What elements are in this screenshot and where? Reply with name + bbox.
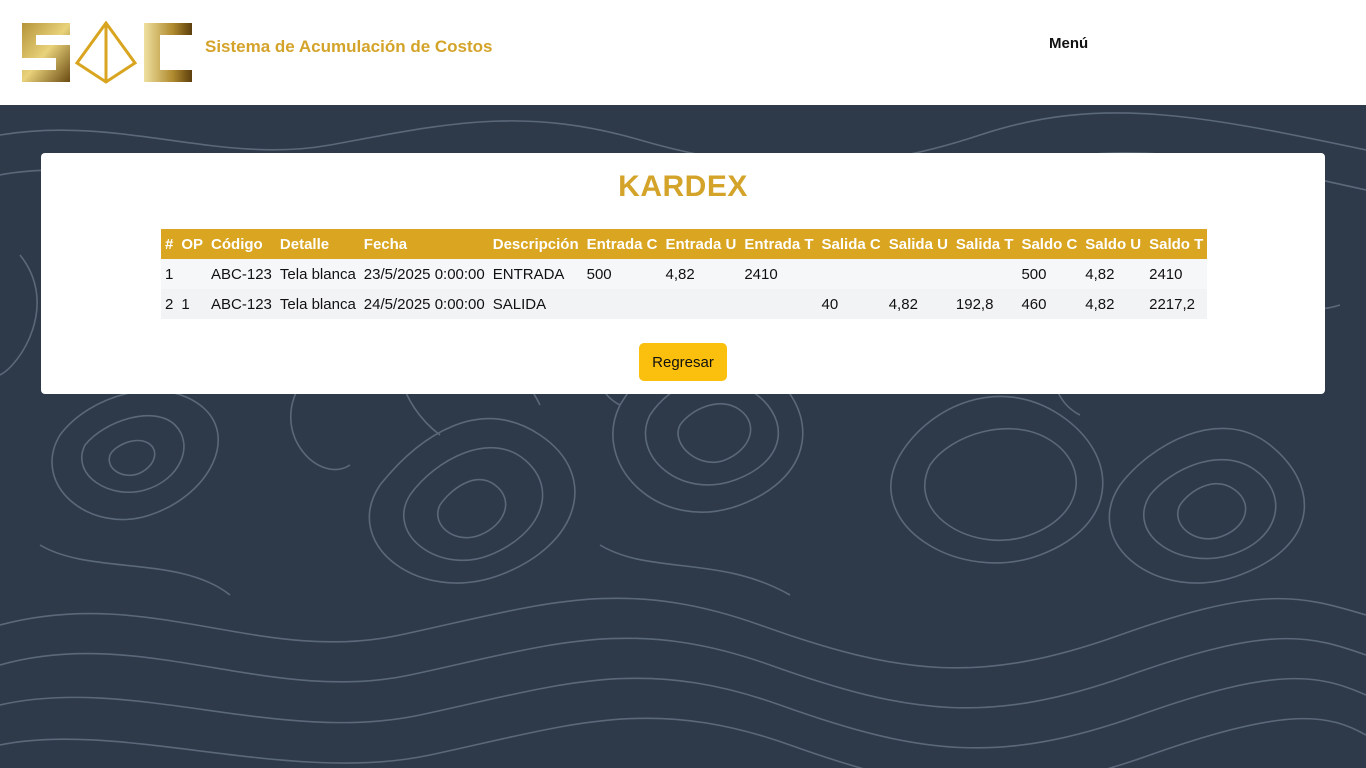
cell-descripcion: SALIDA: [488, 289, 583, 319]
cell-codigo: ABC-123: [207, 289, 276, 319]
cell-detalle: Tela blanca: [275, 289, 360, 319]
cell-codigo: ABC-123: [207, 259, 276, 289]
cell-saldo-c: 460: [1017, 289, 1082, 319]
cell-fecha: 23/5/2025 0:00:00: [359, 259, 489, 289]
kardex-table: # OP Código Detalle Fecha Descripción En…: [161, 229, 1208, 319]
table-header-row: # OP Código Detalle Fecha Descripción En…: [161, 229, 1208, 259]
cell-descripcion: ENTRADA: [488, 259, 583, 289]
column-header-salida-u: Salida U: [884, 229, 952, 259]
cell-entrada-u: 4,82: [661, 259, 741, 289]
column-header-saldo-u: Saldo U: [1081, 229, 1146, 259]
cell-salida-c: 40: [817, 289, 885, 319]
column-header-salida-c: Salida C: [817, 229, 885, 259]
column-header-codigo: Código: [207, 229, 276, 259]
column-header-op: OP: [177, 229, 208, 259]
cell-entrada-u: [661, 289, 741, 319]
sac-logo: [22, 21, 192, 84]
column-header-saldo-c: Saldo C: [1017, 229, 1082, 259]
column-header-number: #: [161, 229, 178, 259]
cell-saldo-t: 2410: [1145, 259, 1208, 289]
cell-salida-u: 4,82: [884, 289, 952, 319]
cell-salida-u: [884, 259, 952, 289]
cell-op: [177, 259, 208, 289]
cell-fecha: 24/5/2025 0:00:00: [359, 289, 489, 319]
cell-entrada-t: [740, 289, 818, 319]
cell-number: 2: [161, 289, 178, 319]
cell-entrada-c: [582, 289, 662, 319]
table-row: 2 1 ABC-123 Tela blanca 24/5/2025 0:00:0…: [161, 289, 1208, 319]
cell-saldo-c: 500: [1017, 259, 1082, 289]
column-header-entrada-u: Entrada U: [661, 229, 741, 259]
cell-number: 1: [161, 259, 178, 289]
cell-entrada-c: 500: [582, 259, 662, 289]
column-header-detalle: Detalle: [275, 229, 360, 259]
cell-saldo-t: 2217,2: [1145, 289, 1208, 319]
cell-entrada-t: 2410: [740, 259, 818, 289]
back-button[interactable]: Regresar: [639, 343, 727, 381]
kardex-card: KARDEX # OP Código Detalle Fecha Descrip…: [41, 153, 1325, 394]
brand-title: Sistema de Acumulación de Costos: [205, 37, 493, 56]
cell-saldo-u: 4,82: [1081, 259, 1146, 289]
cell-salida-c: [817, 259, 885, 289]
menu-link[interactable]: Menú: [1049, 35, 1088, 52]
cell-saldo-u: 4,82: [1081, 289, 1146, 319]
table-row: 1 ABC-123 Tela blanca 23/5/2025 0:00:00 …: [161, 259, 1208, 289]
column-header-salida-t: Salida T: [951, 229, 1018, 259]
app-header: Sistema de Acumulación de Costos Menú: [0, 0, 1366, 105]
column-header-fecha: Fecha: [359, 229, 489, 259]
cell-salida-t: 192,8: [951, 289, 1018, 319]
cell-op: 1: [177, 289, 208, 319]
column-header-saldo-t: Saldo T: [1145, 229, 1208, 259]
cell-detalle: Tela blanca: [275, 259, 360, 289]
column-header-entrada-t: Entrada T: [740, 229, 818, 259]
page-title: KARDEX: [618, 170, 748, 203]
column-header-descripcion: Descripción: [488, 229, 583, 259]
cell-salida-t: [951, 259, 1018, 289]
column-header-entrada-c: Entrada C: [582, 229, 662, 259]
